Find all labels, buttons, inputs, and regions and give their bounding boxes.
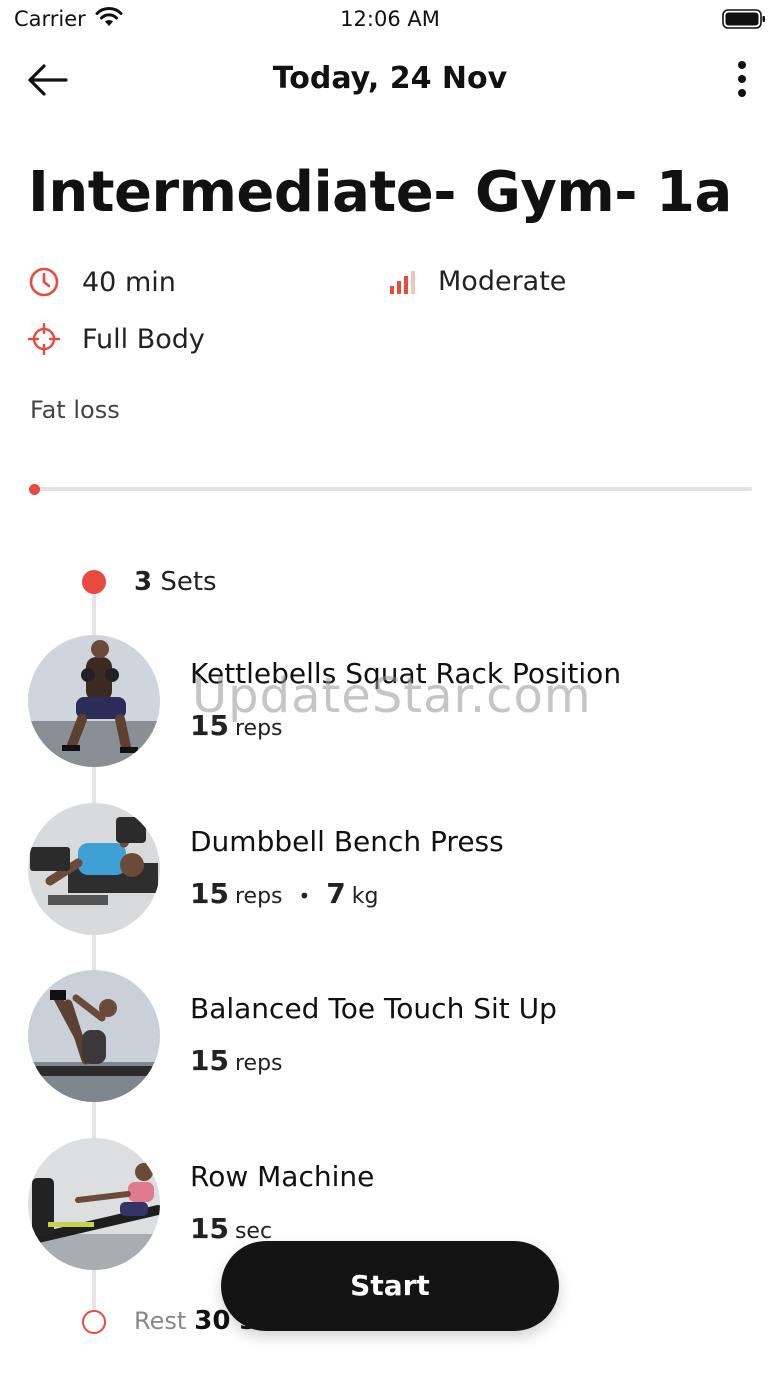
exercise-name: Dumbbell Bench Press [190, 825, 504, 858]
exercise-item[interactable]: Dumbbell Bench Press 15 reps • 7 kg [28, 803, 728, 935]
exercise-unit: reps [234, 884, 283, 909]
focus-row: Full Body [28, 323, 205, 355]
sets-text: Sets [160, 567, 217, 597]
exercise-thumbnail [28, 803, 160, 935]
exercise-item[interactable]: Balanced Toe Touch Sit Up 15 reps [28, 970, 728, 1102]
exercise-detail: 15 reps [190, 1044, 283, 1077]
kettlebell-squat-image [28, 635, 160, 767]
difficulty-row: Moderate [388, 266, 566, 297]
exercise-thumbnail [28, 635, 160, 767]
exercise-weight: 7 [326, 877, 346, 910]
workout-title: Intermediate- Gym- 1a [28, 160, 732, 225]
sets-label: 3 Sets [134, 567, 217, 597]
detail-separator: • [298, 884, 311, 908]
duration-row: 40 min [28, 266, 176, 298]
exercise-unit: reps [234, 1051, 283, 1076]
toe-touch-sit-up-image [28, 970, 160, 1102]
exercise-weight-unit: kg [351, 884, 379, 909]
rest-label: Rest [134, 1307, 187, 1335]
exercise-detail: 15 reps • 7 kg [190, 877, 379, 910]
watermark: UpdateStar.com [192, 668, 592, 724]
rest-marker [82, 1310, 106, 1334]
status-time: 12:06 AM [340, 7, 440, 31]
exercise-amount: 15 [190, 877, 229, 910]
exercise-name: Balanced Toe Touch Sit Up [190, 992, 557, 1025]
exercise-amount: 15 [190, 1212, 229, 1245]
clock-icon [29, 267, 59, 297]
target-icon [28, 323, 60, 355]
workout-progress-track [30, 487, 752, 491]
signal-bars-icon [390, 270, 415, 294]
exercise-thumbnail [28, 970, 160, 1102]
sets-marker [82, 570, 106, 594]
exercise-thumbnail [28, 1138, 160, 1270]
row-machine-image [28, 1138, 160, 1270]
goal-label: Fat loss [30, 396, 120, 424]
more-options-icon[interactable] [730, 58, 754, 100]
exercise-name: Row Machine [190, 1160, 375, 1193]
duration-label: 40 min [82, 266, 176, 298]
start-button[interactable]: Start [221, 1241, 559, 1331]
exercise-amount: 15 [190, 1044, 229, 1077]
page-title: Today, 24 Nov [272, 61, 508, 96]
workout-progress-indicator [29, 484, 40, 495]
focus-label: Full Body [82, 323, 205, 355]
sets-count: 3 [134, 567, 153, 597]
status-bar: Carrier 12:06 AM [0, 0, 780, 40]
difficulty-label: Moderate [438, 266, 567, 297]
dumbbell-bench-press-image [28, 803, 160, 935]
battery-icon [722, 9, 765, 29]
exercise-detail: 15 sec [190, 1212, 272, 1245]
